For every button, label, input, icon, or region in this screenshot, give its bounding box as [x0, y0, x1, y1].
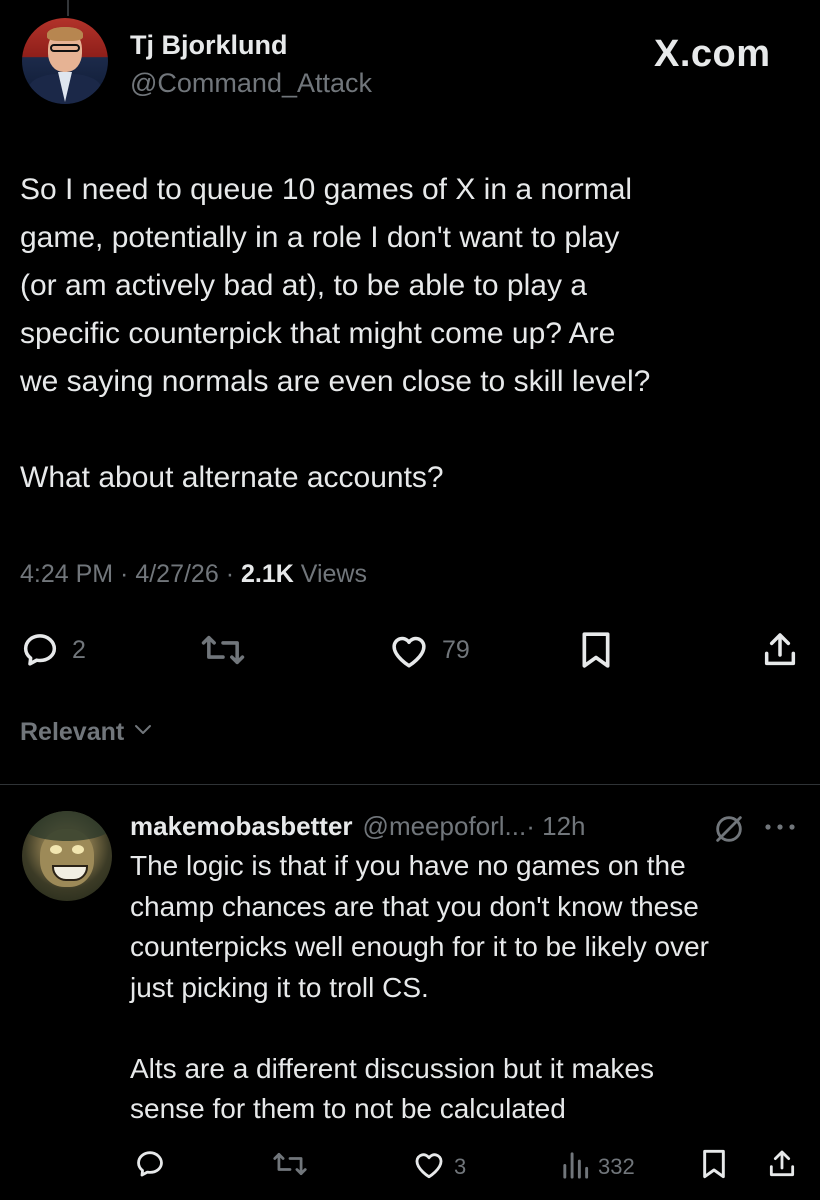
retweet-button[interactable]	[200, 630, 246, 670]
reply-button[interactable]: 2	[20, 630, 86, 670]
thread-connector-line	[67, 0, 69, 16]
reply-bookmark-button[interactable]	[700, 1148, 728, 1186]
like-button[interactable]: 79	[388, 630, 470, 670]
retweet-icon	[272, 1148, 308, 1186]
bookmark-button[interactable]	[578, 630, 614, 670]
tweet-time[interactable]: 4:24 PM	[20, 560, 113, 588]
chevron-down-icon	[132, 718, 154, 747]
like-icon	[412, 1148, 446, 1186]
views-icon	[560, 1148, 590, 1186]
views-label: Views	[293, 560, 367, 588]
author-avatar[interactable]	[22, 18, 108, 104]
reply-author-avatar[interactable]	[22, 811, 112, 901]
meta-separator: ·	[113, 560, 136, 588]
reply-views-button[interactable]: 332	[560, 1148, 635, 1186]
x-com-watermark: X.com	[654, 33, 771, 75]
views-count: 2.1K	[240, 560, 294, 588]
more-icon[interactable]	[762, 820, 798, 838]
bookmark-icon	[578, 630, 614, 670]
reply-header: makemobasbetter @meepoforl... · 12h	[130, 811, 586, 842]
tweet-text: So I need to queue 10 games of X in a no…	[20, 173, 651, 494]
reply-text: The logic is that if you have no games o…	[130, 850, 709, 1124]
tweet-meta: 4:24 PM · 4/27/26 · 2.1K Views	[20, 560, 367, 589]
reply-retweet-button[interactable]	[272, 1148, 308, 1186]
author-handle[interactable]: @Command_Attack	[130, 68, 372, 99]
reply-icon	[20, 630, 60, 670]
tweet-date[interactable]: 4/27/26	[135, 560, 218, 588]
reply-icon	[134, 1148, 166, 1186]
reply-author-handle[interactable]: @meepoforl...	[363, 811, 527, 842]
replies-sort-dropdown[interactable]: Relevant	[20, 718, 154, 747]
author-display-name[interactable]: Tj Bjorklund	[130, 30, 288, 61]
reply-like-count: 3	[454, 1154, 467, 1179]
meta-separator: ·	[218, 560, 241, 588]
reply-views-count: 332	[598, 1154, 635, 1179]
retweet-icon	[200, 630, 246, 670]
reply-count: 2	[72, 635, 86, 664]
sort-label: Relevant	[20, 718, 125, 746]
share-button[interactable]	[760, 630, 800, 670]
reply-like-button[interactable]: 3	[412, 1148, 466, 1186]
reply-author-name[interactable]: makemobasbetter	[130, 811, 353, 842]
reply-reply-button[interactable]	[134, 1148, 166, 1186]
share-icon	[760, 630, 800, 670]
share-icon	[766, 1148, 798, 1186]
reply-time[interactable]: · 12h	[526, 811, 585, 842]
like-count: 79	[442, 635, 470, 664]
reply-share-button[interactable]	[766, 1148, 798, 1186]
like-icon	[388, 630, 430, 670]
section-divider	[0, 784, 820, 785]
bookmark-icon	[700, 1148, 728, 1186]
